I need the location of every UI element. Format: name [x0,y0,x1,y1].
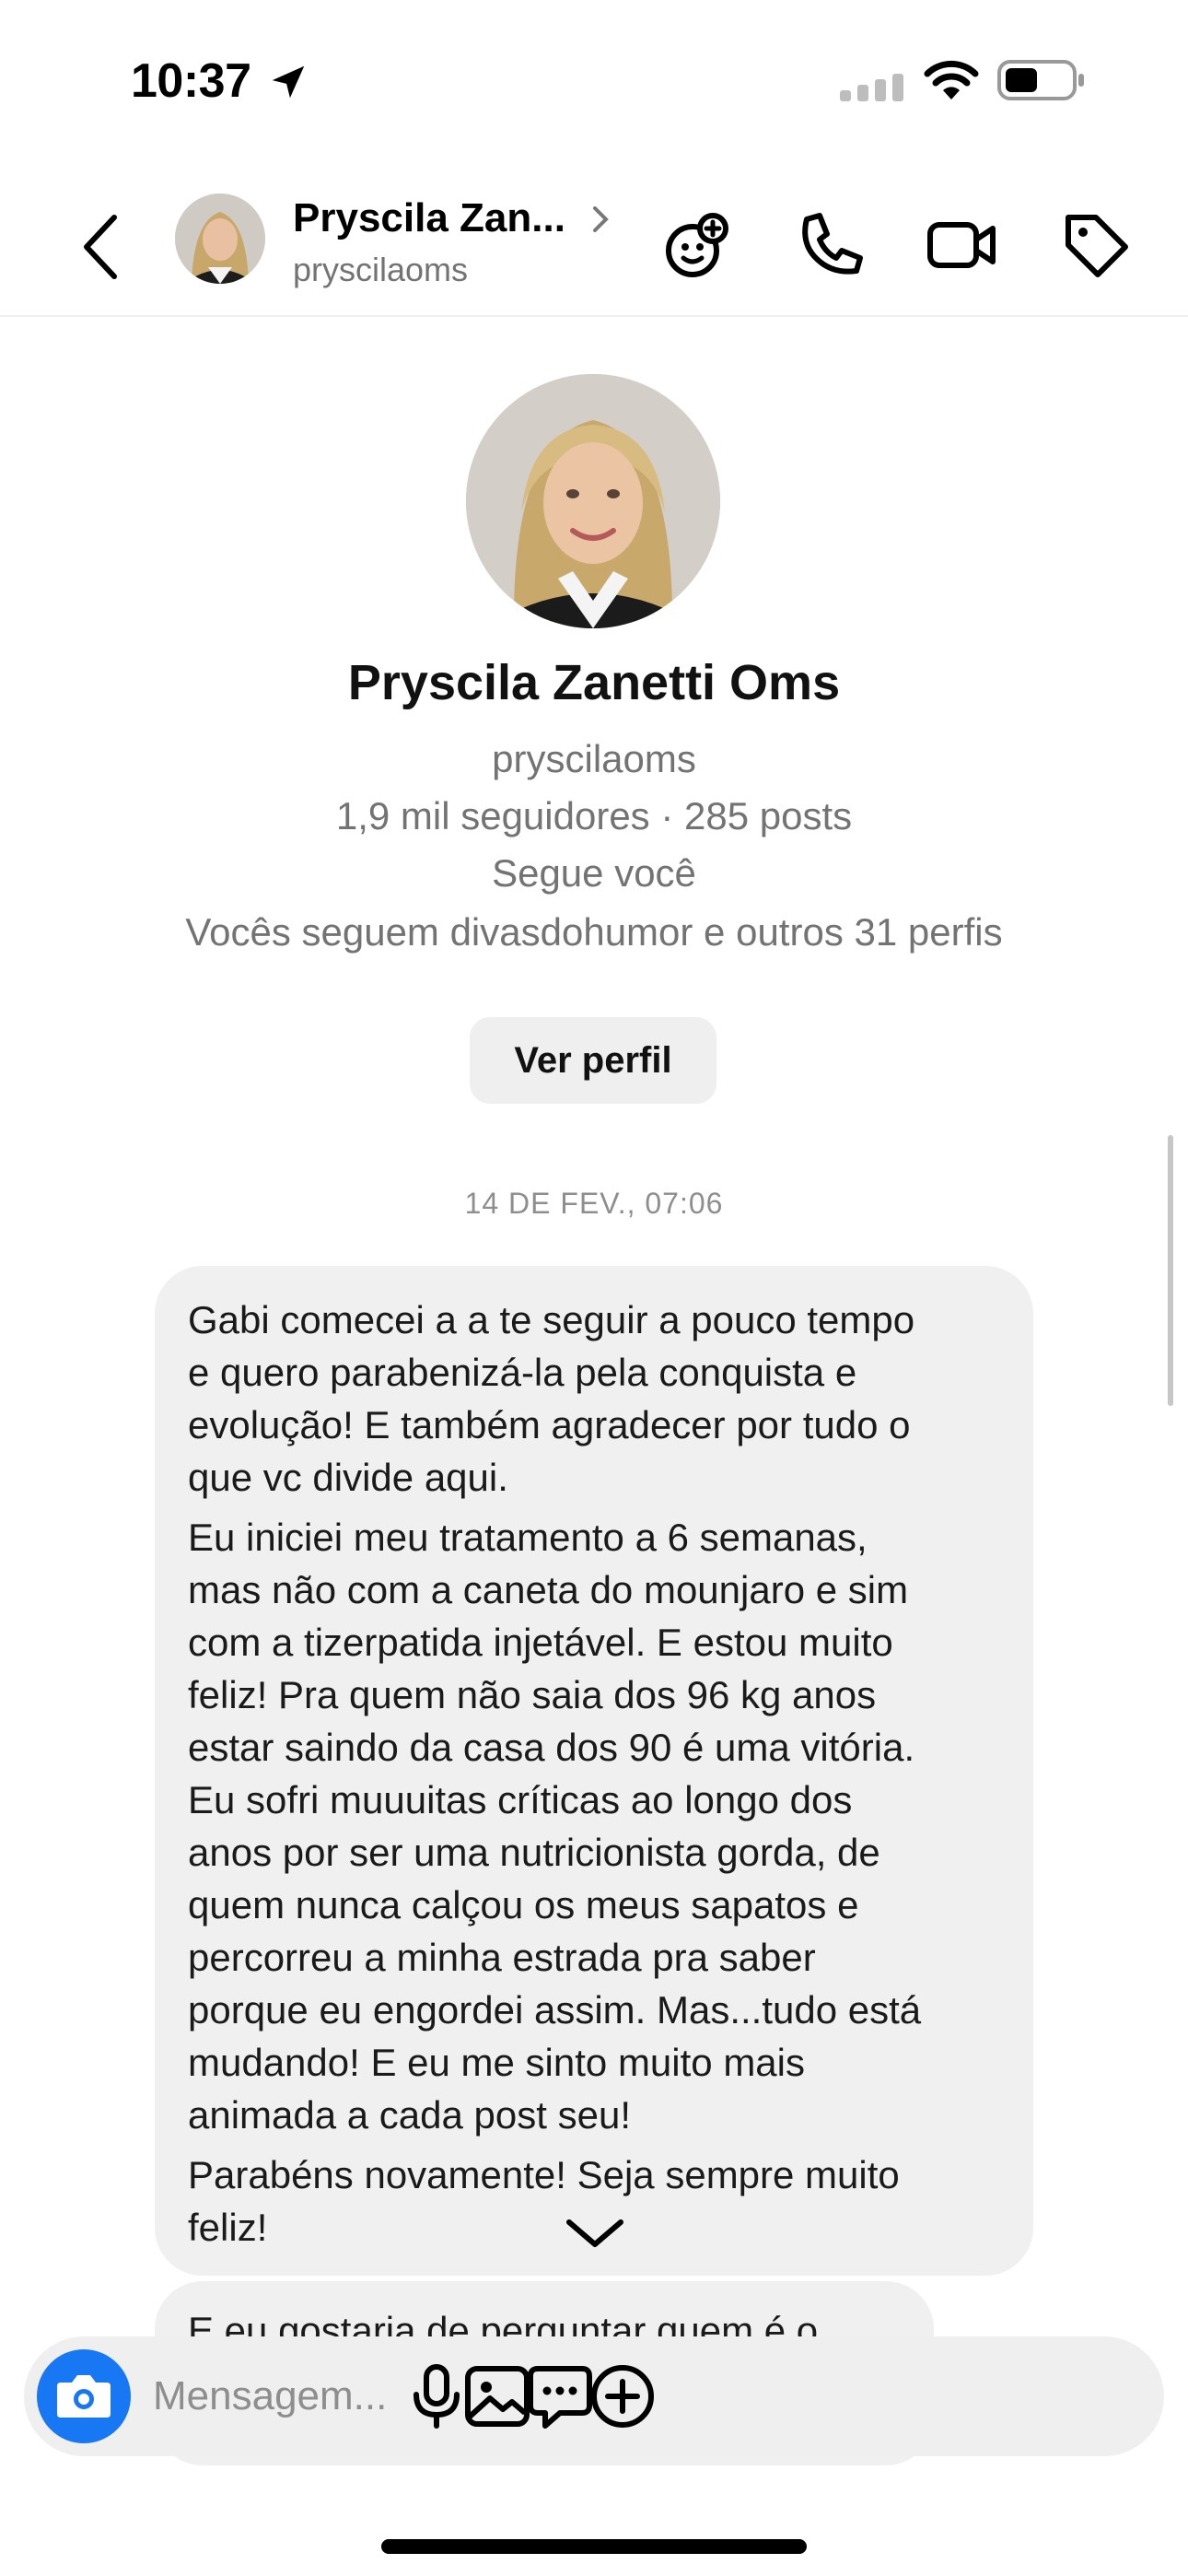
view-profile-button[interactable]: Ver perfil [470,1017,716,1104]
message-paragraph: Gabi comecei a a te seguir a pouco tempo… [188,1298,915,1499]
camera-button[interactable] [37,2349,131,2443]
home-indicator[interactable] [381,2539,807,2554]
video-icon[interactable] [925,208,998,282]
contact-name[interactable]: Pryscila Zan... [293,195,565,241]
scrollbar[interactable] [1168,1135,1173,1406]
message-bubble[interactable]: Gabi comecei a a te seguir a pouco tempo… [155,1266,1033,2276]
profile-name: Pryscila Zanetti Oms [347,655,841,710]
back-icon[interactable] [74,210,129,284]
contact-handle[interactable]: pryscilaoms [293,251,468,289]
cellular-signal-icon [840,74,903,101]
profile-avatar[interactable] [466,374,720,628]
profile-stats: 1,9 mil seguidores · 285 posts [335,794,853,837]
header-avatar[interactable] [175,193,265,284]
chevron-down-icon [566,2219,623,2247]
message-paragraph: Eu iniciei meu tratamento a 6 semanas, m… [188,1516,922,2137]
conversation-header: Pryscila Zan... pryscilaoms [0,175,1188,317]
follows-you-label: Segue você [492,851,696,895]
camera-icon [57,2375,111,2418]
tag-icon[interactable] [1059,208,1133,282]
chevron-right-icon[interactable] [589,203,611,236]
date-separator: 14 DE FEV., 07:06 [464,1187,724,1220]
battery-icon [997,60,1084,100]
phone-icon[interactable] [794,208,868,282]
location-arrow-icon [272,65,305,99]
profile-handle: pryscilaoms [492,737,696,780]
mutual-followers: Vocês seguem divasdohumor e outros 31 pe… [185,910,1003,954]
plus-circle-icon[interactable] [586,2359,659,2433]
scroll-to-bottom-button[interactable] [556,2206,634,2261]
wifi-icon [924,60,979,100]
status-time: 10:37 [131,54,251,108]
sticker-icon[interactable] [659,208,733,282]
message-composer [24,2336,1164,2456]
